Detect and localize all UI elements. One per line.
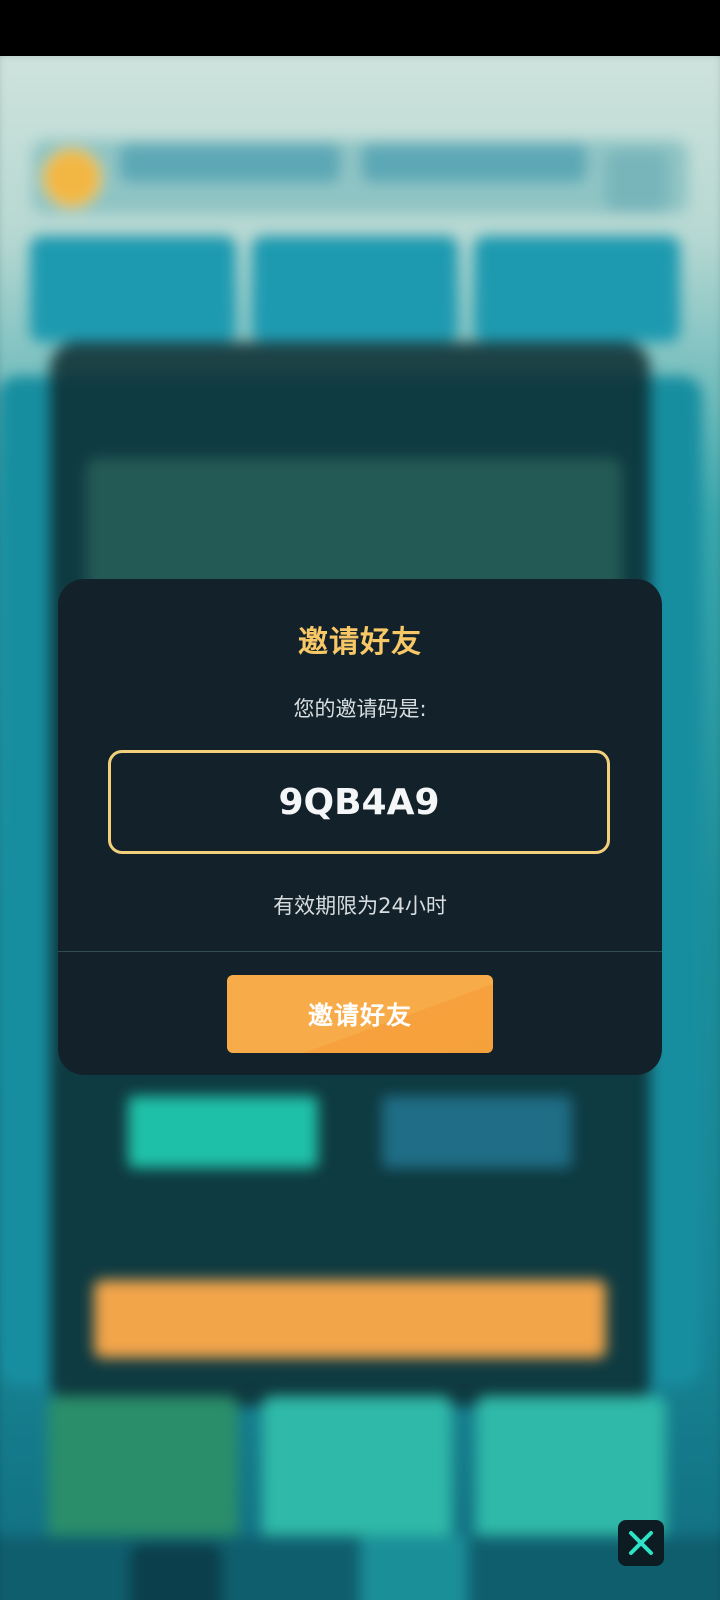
bg-settings-button [606,150,668,212]
dialog-title: 邀请好友 [298,625,422,660]
invite-dialog: 邀请好友 您的邀请码是: 9QB4A9 有效期限为24小时 邀请好友 [58,579,662,1075]
divider [58,951,662,952]
bg-nav-highlight [360,1536,468,1600]
validity-text: 有效期限为24小时 [273,894,447,918]
close-button[interactable] [618,1520,664,1566]
bg-resource-pill [362,144,586,182]
bg-card [30,236,236,342]
invite-friends-button[interactable]: 邀请好友 [227,975,493,1053]
status-bar [0,0,720,56]
invite-code-box[interactable]: 9QB4A9 [108,750,610,854]
bg-button [382,1096,572,1168]
bg-card [252,236,458,342]
close-icon [629,1531,653,1555]
bg-resource-pill [120,144,340,182]
bg-orange-button [94,1280,606,1358]
bg-nav-selected [130,1544,222,1600]
bg-button [128,1096,318,1168]
invite-code-label: 您的邀请码是: [293,697,427,721]
invite-code-value: 9QB4A9 [278,781,440,823]
bg-avatar [42,148,102,208]
bg-card [474,236,680,342]
